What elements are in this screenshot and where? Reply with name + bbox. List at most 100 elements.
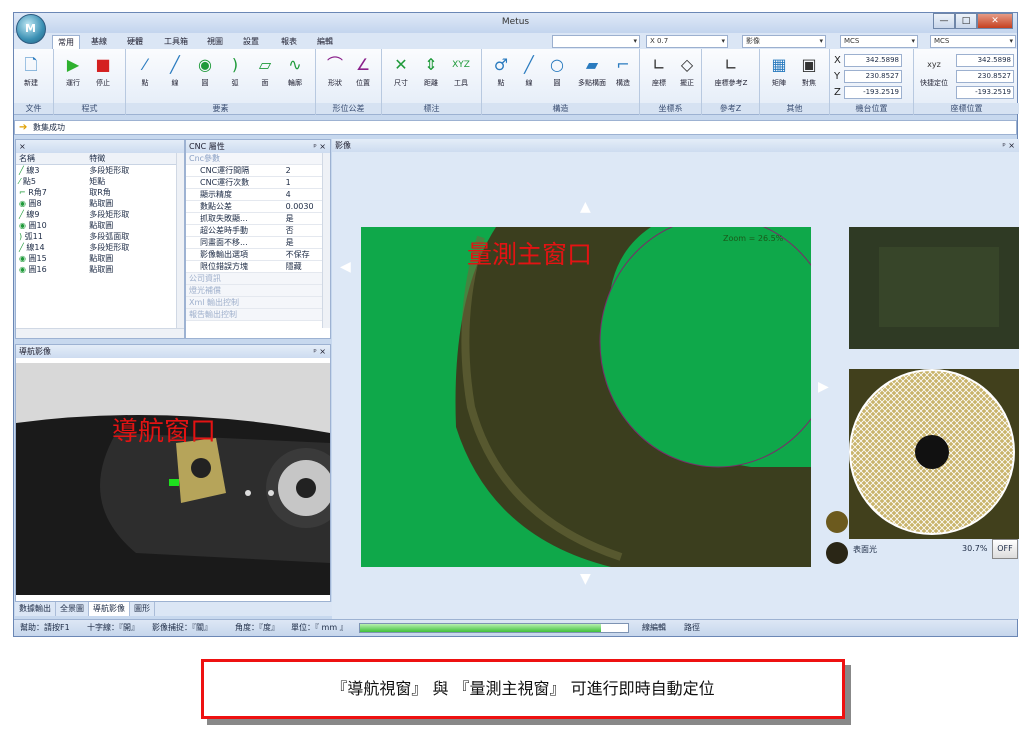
- table-row[interactable]: ╱ 線3 多段矩形取: [16, 165, 184, 177]
- feature-hscrollbar[interactable]: [16, 328, 184, 338]
- column-header-name[interactable]: 名稱: [16, 153, 87, 165]
- table-row[interactable]: ◉ 圓16 點取圓: [16, 264, 184, 275]
- pin-close-icon[interactable]: ᵖ ×: [1002, 139, 1015, 152]
- multi-point-plane-button[interactable]: ▰ 多點構面: [574, 55, 610, 88]
- coord-y-field[interactable]: 230.8527: [956, 69, 1014, 83]
- machine-z-field[interactable]: -193.2519: [844, 85, 902, 99]
- align-button[interactable]: ◇ 擺正: [674, 55, 700, 88]
- coord-ref-z-button[interactable]: ∟ 座標參考Z: [708, 55, 754, 88]
- x-value-combo[interactable]: X 0.7: [646, 35, 728, 48]
- point-button[interactable]: ⁄ 點: [132, 55, 158, 88]
- quick-locate-button[interactable]: xyz 快捷定位: [916, 55, 952, 88]
- property-row[interactable]: 抓取失敗顯... 是: [186, 212, 330, 225]
- tab-panorama[interactable]: 全景圖: [56, 602, 89, 616]
- tool-button[interactable]: XYZ 工具: [448, 55, 474, 88]
- arrow-right-icon[interactable]: ▶: [818, 379, 829, 395]
- tab-view[interactable]: 視圖: [202, 35, 228, 49]
- tab-toolbox[interactable]: 工具箱: [159, 35, 193, 49]
- pin-close-icon[interactable]: ᵖ ×: [313, 345, 326, 358]
- status-angle[interactable]: 角度：『度』: [235, 620, 279, 636]
- table-row[interactable]: ╱ 線9 多段矩形取: [16, 209, 184, 220]
- close-icon[interactable]: ×: [19, 142, 26, 151]
- machine-x-field[interactable]: 342.5898: [844, 53, 902, 67]
- tab-report[interactable]: 報表: [276, 35, 302, 49]
- feature-type: 多段矩形取: [89, 210, 130, 219]
- table-row[interactable]: ⌐ R角7 取R角: [16, 187, 184, 198]
- cnc-scrollbar[interactable]: [322, 153, 330, 328]
- tab-settings[interactable]: 設置: [238, 35, 264, 49]
- coordinate-button[interactable]: ∟ 座標: [646, 55, 672, 88]
- property-row[interactable]: 同畫面不移... 是: [186, 236, 330, 249]
- circle-button[interactable]: ◉ 圓: [192, 55, 218, 88]
- light-ring-diagram[interactable]: [849, 369, 1019, 539]
- pin-close-icon[interactable]: ᵖ ×: [313, 140, 326, 153]
- property-section[interactable]: 報告輸出控制: [186, 308, 330, 321]
- tab-graphics[interactable]: 圖形: [130, 602, 155, 616]
- focus-button[interactable]: ▣ 對焦: [796, 55, 822, 88]
- table-row[interactable]: ⁄ 點5 矩點: [16, 176, 184, 187]
- column-header-type[interactable]: 特徵: [86, 153, 184, 165]
- tab-baseline[interactable]: 基線: [86, 35, 112, 49]
- app-menu-button[interactable]: M: [16, 14, 46, 44]
- table-row[interactable]: ) 弧11 多段弧面取: [16, 231, 184, 242]
- navigation-image[interactable]: [16, 363, 330, 595]
- run-button[interactable]: ▶ 運行: [60, 55, 86, 88]
- table-row[interactable]: ◉ 圓10 點取圓: [16, 220, 184, 231]
- status-unit[interactable]: 單位：『 mm 』: [291, 620, 348, 636]
- tab-hardware[interactable]: 硬體: [122, 35, 148, 49]
- minimize-button[interactable]: —: [933, 13, 955, 29]
- dimension-button[interactable]: ✕ 尺寸: [388, 55, 414, 88]
- line-button[interactable]: ╱ 線: [162, 55, 188, 88]
- property-row[interactable]: CNC運行間隔 2: [186, 164, 330, 177]
- property-section[interactable]: Xml 輸出控制: [186, 296, 330, 309]
- tab-data-output[interactable]: 數據輸出: [15, 602, 56, 616]
- property-row[interactable]: 數點公差 0.0030: [186, 200, 330, 213]
- property-section[interactable]: Cnc參數: [186, 153, 330, 165]
- table-row[interactable]: ◉ 圓15 點取圓: [16, 253, 184, 264]
- tab-common[interactable]: 常用: [52, 35, 80, 49]
- coord-x-field[interactable]: 342.5898: [956, 53, 1014, 67]
- tab-edit[interactable]: 編輯: [312, 35, 338, 49]
- maximize-button[interactable]: □: [955, 13, 977, 29]
- property-row[interactable]: 限位錯誤方塊 隱藏: [186, 260, 330, 273]
- plane-button[interactable]: ▱ 面: [252, 55, 278, 88]
- distance-button[interactable]: ⇕ 距離: [418, 55, 444, 88]
- new-button[interactable]: 🗋 新建: [18, 55, 44, 88]
- tab-nav-image[interactable]: 導航影像: [89, 602, 130, 616]
- mcs-combo-2[interactable]: MCS: [930, 35, 1016, 48]
- mcs-combo-1[interactable]: MCS: [840, 35, 918, 48]
- property-row[interactable]: 影像輸出選項 不保存: [186, 248, 330, 261]
- feature-scrollbar[interactable]: [176, 153, 184, 328]
- construct-point-button[interactable]: ♂ 點: [488, 55, 514, 88]
- construct-button[interactable]: ⌐ 構造: [610, 55, 636, 88]
- machine-y-field[interactable]: 230.8527: [844, 69, 902, 83]
- measurement-image[interactable]: Zoom = 26.5%: [361, 227, 811, 567]
- shape-button[interactable]: ⌒ 形狀: [322, 55, 348, 88]
- arrow-down-icon[interactable]: ▼: [580, 571, 591, 587]
- property-row[interactable]: CNC運行次數 1: [186, 176, 330, 189]
- status-crosshair[interactable]: 十字線：『開』: [87, 620, 139, 636]
- close-button[interactable]: ✕: [977, 13, 1013, 29]
- status-mode1[interactable]: 線編輯: [642, 620, 666, 636]
- status-mode2[interactable]: 路徑: [684, 620, 700, 636]
- arc-button[interactable]: ) 弧: [222, 55, 248, 88]
- arrow-left-icon[interactable]: ◀: [340, 259, 351, 275]
- property-section[interactable]: 公司資訊: [186, 272, 330, 285]
- property-section[interactable]: 燈光補償: [186, 284, 330, 297]
- status-snap[interactable]: 影像捕捉：『關』: [152, 620, 212, 636]
- stop-button[interactable]: ■ 停止: [90, 55, 116, 88]
- layer-combo[interactable]: [552, 35, 640, 48]
- contour-button[interactable]: ∿ 輪廓: [282, 55, 308, 88]
- arrow-up-icon[interactable]: ▲: [580, 199, 591, 215]
- light-off-button[interactable]: OFF: [992, 539, 1018, 559]
- table-row[interactable]: ╱ 線14 多段矩形取: [16, 242, 184, 253]
- table-row[interactable]: ◉ 圓8 點取圓: [16, 198, 184, 209]
- position-button[interactable]: ∠ 位置: [350, 55, 376, 88]
- construct-line-button[interactable]: ╱ 線: [516, 55, 542, 88]
- matrix-button[interactable]: ▦ 矩陣: [766, 55, 792, 88]
- image-mode-combo[interactable]: 影像: [742, 35, 826, 48]
- construct-circle-button[interactable]: ○ 圓: [544, 55, 570, 88]
- coord-z-field[interactable]: -193.2519: [956, 85, 1014, 99]
- property-row[interactable]: 顯示精度 4: [186, 188, 330, 201]
- property-row[interactable]: 超公差時手動否: [186, 224, 330, 237]
